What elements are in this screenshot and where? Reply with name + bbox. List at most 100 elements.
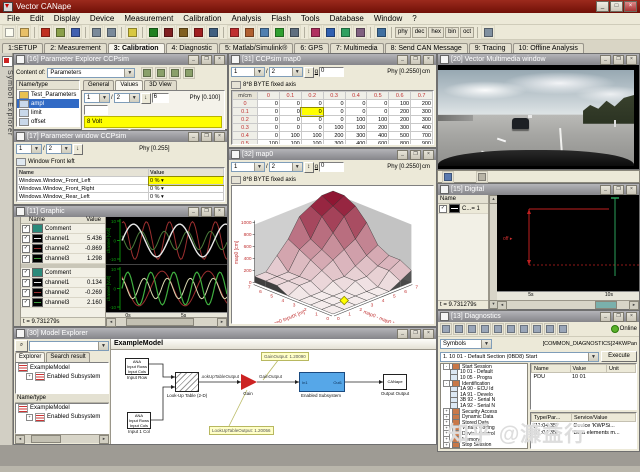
col-value-header[interactable]: Value	[86, 217, 105, 223]
channel-row-channel1[interactable]: ✓channel15.436	[21, 234, 105, 244]
graph-icon[interactable]	[308, 25, 322, 39]
x-index-select[interactable]: 1▼	[231, 162, 265, 172]
restore-button[interactable]: ❐	[201, 207, 212, 217]
column-header[interactable]: Unit	[607, 365, 636, 373]
map-cell[interactable]: 900	[411, 140, 433, 146]
map-cell[interactable]: 0	[323, 108, 345, 116]
col-header[interactable]: 0.7	[411, 92, 433, 100]
menu-window[interactable]: Window	[369, 14, 407, 23]
map-cell[interactable]: 0	[258, 116, 280, 124]
menu-device[interactable]: Device	[85, 14, 119, 23]
edit-cell[interactable]	[84, 105, 108, 115]
map-cell[interactable]: 700	[411, 132, 433, 140]
expand-toggle[interactable]: +	[26, 414, 33, 421]
filter-icon[interactable]	[492, 323, 504, 335]
open-folder-icon[interactable]	[17, 25, 31, 39]
map-cell[interactable]: 0	[279, 124, 301, 132]
restore-button[interactable]: ❐	[201, 55, 212, 65]
row-header[interactable]: 0.3	[233, 124, 258, 132]
map-cell[interactable]: 0	[367, 100, 389, 108]
map-cell[interactable]: 400	[345, 140, 367, 146]
close-button[interactable]: ×	[423, 55, 434, 65]
checkbox[interactable]: ✓	[22, 245, 30, 253]
workspace-tab-3-calibration[interactable]: 3: Calibration	[108, 43, 165, 53]
column-header[interactable]: Name	[532, 365, 571, 373]
row-header[interactable]: 0.4	[233, 132, 258, 140]
col-header[interactable]: 0.5	[367, 92, 389, 100]
checkbox[interactable]: ✓	[22, 299, 30, 307]
graphic-titlebar[interactable]: [11] Graphic _❐×	[14, 206, 227, 217]
map-cell[interactable]: 0	[367, 108, 389, 116]
map-cell[interactable]: 200	[367, 124, 389, 132]
layout-icon[interactable]	[544, 323, 556, 335]
map-cell[interactable]: 0	[301, 116, 323, 124]
map-cell[interactable]: 200	[389, 116, 411, 124]
scope-plot-top[interactable]: 100-10channel [Volt]	[106, 217, 227, 264]
row-header[interactable]: 0.5	[233, 140, 258, 146]
map-cell[interactable]: 100	[279, 140, 301, 146]
delete-icon[interactable]	[466, 323, 478, 335]
map-cell[interactable]: 300	[411, 108, 433, 116]
row-header[interactable]: 0	[233, 100, 258, 108]
cpu-icon[interactable]	[287, 25, 301, 39]
checkbox[interactable]: ✓	[22, 289, 30, 297]
map-grid-titlebar[interactable]: [31] CCPsim map0 _❐×	[229, 54, 436, 65]
map-cell[interactable]: 0	[279, 116, 301, 124]
export-icon[interactable]	[183, 67, 195, 79]
map-cell[interactable]: 100	[323, 124, 345, 132]
flash-icon[interactable]	[272, 25, 286, 39]
restore-button[interactable]: ❐	[410, 329, 421, 339]
list-icon[interactable]	[141, 67, 153, 79]
workspace-tab-1-setup[interactable]: 1:SETUP	[2, 43, 43, 53]
checkbox[interactable]: ✓	[22, 269, 30, 277]
settings-icon[interactable]	[53, 25, 67, 39]
map-cell[interactable]: 0	[323, 100, 345, 108]
z-value-field[interactable]: 0	[319, 67, 344, 77]
map-cell[interactable]: 100	[258, 140, 280, 146]
close-button[interactable]: ×	[626, 312, 637, 322]
info-icon[interactable]	[557, 323, 569, 335]
workspace-tab-8-send-can-message[interactable]: 8: Send CAN Message	[385, 43, 468, 53]
row-header[interactable]: 0.1	[233, 108, 258, 116]
model-tab-search-result[interactable]: Search result	[46, 352, 89, 362]
close-button[interactable]: ×	[214, 55, 225, 65]
spin-button[interactable]: ↓	[73, 144, 83, 155]
y-index-select[interactable]: 2▼	[269, 67, 303, 77]
map-cell[interactable]: 100	[301, 132, 323, 140]
display-icon[interactable]	[206, 25, 220, 39]
parameter-row[interactable]: Windows.Window_Front_Left0 % ▾	[18, 177, 224, 185]
minimize-button[interactable]: _	[188, 207, 199, 217]
stop-measurement-icon[interactable]	[161, 25, 175, 39]
search-icon[interactable]: ⌕	[15, 340, 28, 352]
map-cell[interactable]: 600	[367, 140, 389, 146]
col-header[interactable]: 0.1	[279, 92, 301, 100]
col-header[interactable]: 0.3	[323, 92, 345, 100]
map-cell[interactable]: 100	[367, 116, 389, 124]
channel-checkbox[interactable]: ✓	[439, 205, 447, 213]
copy-icon[interactable]	[481, 25, 495, 39]
workspace-tab-2-measurement[interactable]: 2: Measurement	[44, 43, 107, 53]
map-cell[interactable]: 300	[345, 132, 367, 140]
checkbox[interactable]: ✓	[22, 225, 30, 233]
channel-row-channel2[interactable]: ✓channel2-0.269	[21, 288, 105, 298]
list-icon[interactable]	[531, 323, 543, 335]
grid-icon[interactable]	[518, 323, 530, 335]
x-index-select[interactable]: 1▼	[231, 67, 265, 77]
y-index-select[interactable]: 2▼	[114, 93, 140, 103]
menu-display[interactable]: Display	[49, 14, 85, 23]
x-index-select[interactable]: 1▼	[84, 93, 110, 103]
parameter-value-field[interactable]: 8 Volt	[84, 116, 222, 128]
col-header[interactable]: 0	[258, 92, 280, 100]
table-green-icon[interactable]	[155, 67, 167, 79]
channel-row-channel2[interactable]: ✓channel2-0.869	[21, 244, 105, 254]
service-select[interactable]: 1. 10 01 - Default Section (0BD8) Start▼	[440, 352, 599, 362]
minimize-button[interactable]: _	[600, 185, 611, 195]
map-cell[interactable]: 0	[279, 100, 301, 108]
y-index-select[interactable]: 2▼	[46, 144, 72, 154]
checkbox[interactable]: ✓	[22, 255, 30, 263]
col-header[interactable]: 0.4	[345, 92, 367, 100]
parameter-row[interactable]: Windows.Window_Front_Right0 % ▾	[18, 185, 224, 193]
search-bold-icon[interactable]	[505, 323, 517, 335]
parameter-row[interactable]: Windows.Window_Rear_Right0 % ▾	[18, 201, 224, 203]
block-input-row[interactable]: ANAInput RowsInput Cols	[125, 358, 149, 375]
